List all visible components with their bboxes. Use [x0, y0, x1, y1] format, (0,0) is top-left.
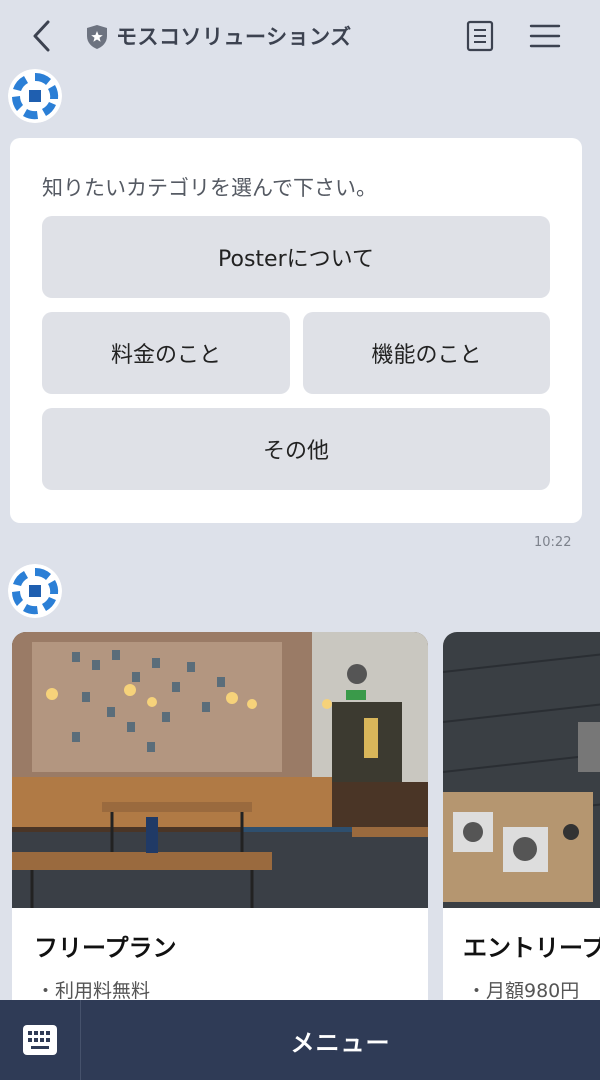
rich-menu-toggle[interactable]: メニュー — [81, 1000, 600, 1080]
menu-button[interactable] — [529, 22, 561, 50]
bot-avatar[interactable] — [8, 564, 62, 618]
cafe-interior-image — [12, 632, 428, 908]
dj-booth-image — [443, 632, 600, 908]
message-timestamp: 10:22 — [534, 535, 572, 550]
carousel-card-entry-plan[interactable]: エントリープ ・月額980円 — [443, 632, 600, 1032]
card-title: エントリープ — [463, 934, 600, 962]
hamburger-menu-icon — [529, 24, 561, 48]
message-prompt: 知りたいカテゴリを選んで下さい。 — [42, 176, 377, 200]
keyboard-button[interactable] — [0, 1000, 80, 1080]
option-features-button[interactable]: 機能のこと — [303, 312, 550, 394]
option-poster-button[interactable]: Posterについて — [42, 216, 550, 298]
bot-avatar[interactable] — [8, 69, 62, 123]
card-item: ・月額980円 — [467, 980, 580, 1002]
option-other-button[interactable]: その他 — [42, 408, 550, 490]
message-bubble: 知りたいカテゴリを選んで下さい。 Posterについて 料金のこと 機能のこと … — [10, 138, 582, 523]
logo-icon — [8, 564, 62, 618]
notes-button[interactable] — [466, 20, 494, 52]
card-title: フリープラン — [34, 934, 177, 962]
carousel-card-free-plan[interactable]: フリープラン ・利用料無料 — [12, 632, 428, 1032]
chat-header: モスコソリューションズ — [0, 0, 600, 72]
note-icon — [466, 20, 494, 52]
bottom-menu-bar: メニュー — [0, 1000, 600, 1080]
chevron-left-icon — [33, 20, 50, 52]
shield-star-icon — [87, 25, 107, 49]
option-pricing-button[interactable]: 料金のこと — [42, 312, 290, 394]
back-button[interactable] — [28, 18, 58, 54]
keyboard-icon — [23, 1025, 57, 1055]
chat-title: モスコソリューションズ — [116, 25, 352, 49]
logo-icon — [8, 69, 62, 123]
card-item: ・利用料無料 — [36, 980, 151, 1002]
